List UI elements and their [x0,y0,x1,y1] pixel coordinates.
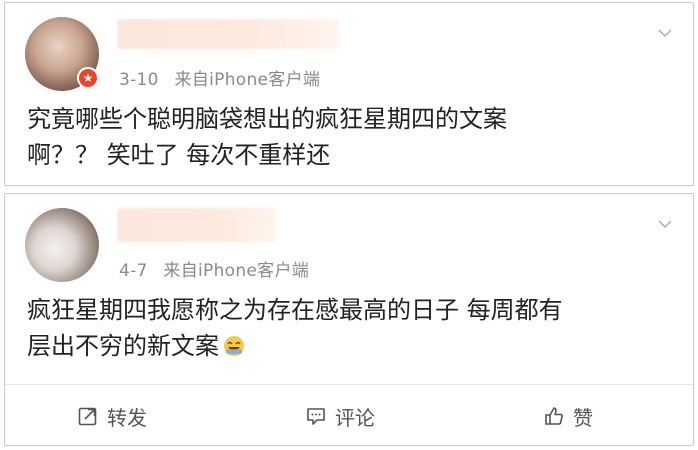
post-source: 来自iPhone客户端 [174,70,321,90]
repost-label: 转发 [107,405,147,430]
chevron-down-icon[interactable] [657,25,673,41]
action-bar: 转发 评论 赞 [5,385,693,447]
laughing-emoji-icon [224,336,244,356]
post-card: ★ 3-10 来自iPhone客户端 究竟哪些个聪明脑袋想出的疯狂星期四的文案 … [4,2,694,186]
comment-button[interactable]: 评论 [305,385,375,447]
post-text: 疯狂星期四我愿称之为存在感最高的日子 每周都有 层出不穷的新文案 [27,292,679,364]
post-meta: 3-10 来自iPhone客户端 [119,65,320,90]
post-text-content: 疯狂星期四我愿称之为存在感最高的日子 每周都有 层出不穷的新文案 [27,296,563,360]
share-icon [78,407,97,426]
verified-badge-icon: ★ [77,67,99,89]
post-card: 4-7 来自iPhone客户端 疯狂星期四我愿称之为存在感最高的日子 每周都有 … [4,193,694,446]
post-meta: 4-7 来自iPhone客户端 [119,256,309,281]
chevron-down-icon[interactable] [657,216,673,232]
username-blurred[interactable] [117,19,339,49]
like-button[interactable]: 赞 [543,385,593,447]
post-date: 3-10 [119,70,159,90]
comment-icon [307,408,325,425]
thumbs-up-icon [545,407,563,425]
avatar[interactable] [25,208,99,282]
post-date: 4-7 [119,261,148,281]
like-label: 赞 [573,405,593,430]
username-blurred[interactable] [117,208,277,242]
comment-label: 评论 [335,405,375,430]
post-text: 究竟哪些个聪明脑袋想出的疯狂星期四的文案 啊？？ 笑吐了 每次不重样还 [27,105,507,169]
repost-button[interactable]: 转发 [77,385,147,447]
post-source: 来自iPhone客户端 [163,261,310,281]
